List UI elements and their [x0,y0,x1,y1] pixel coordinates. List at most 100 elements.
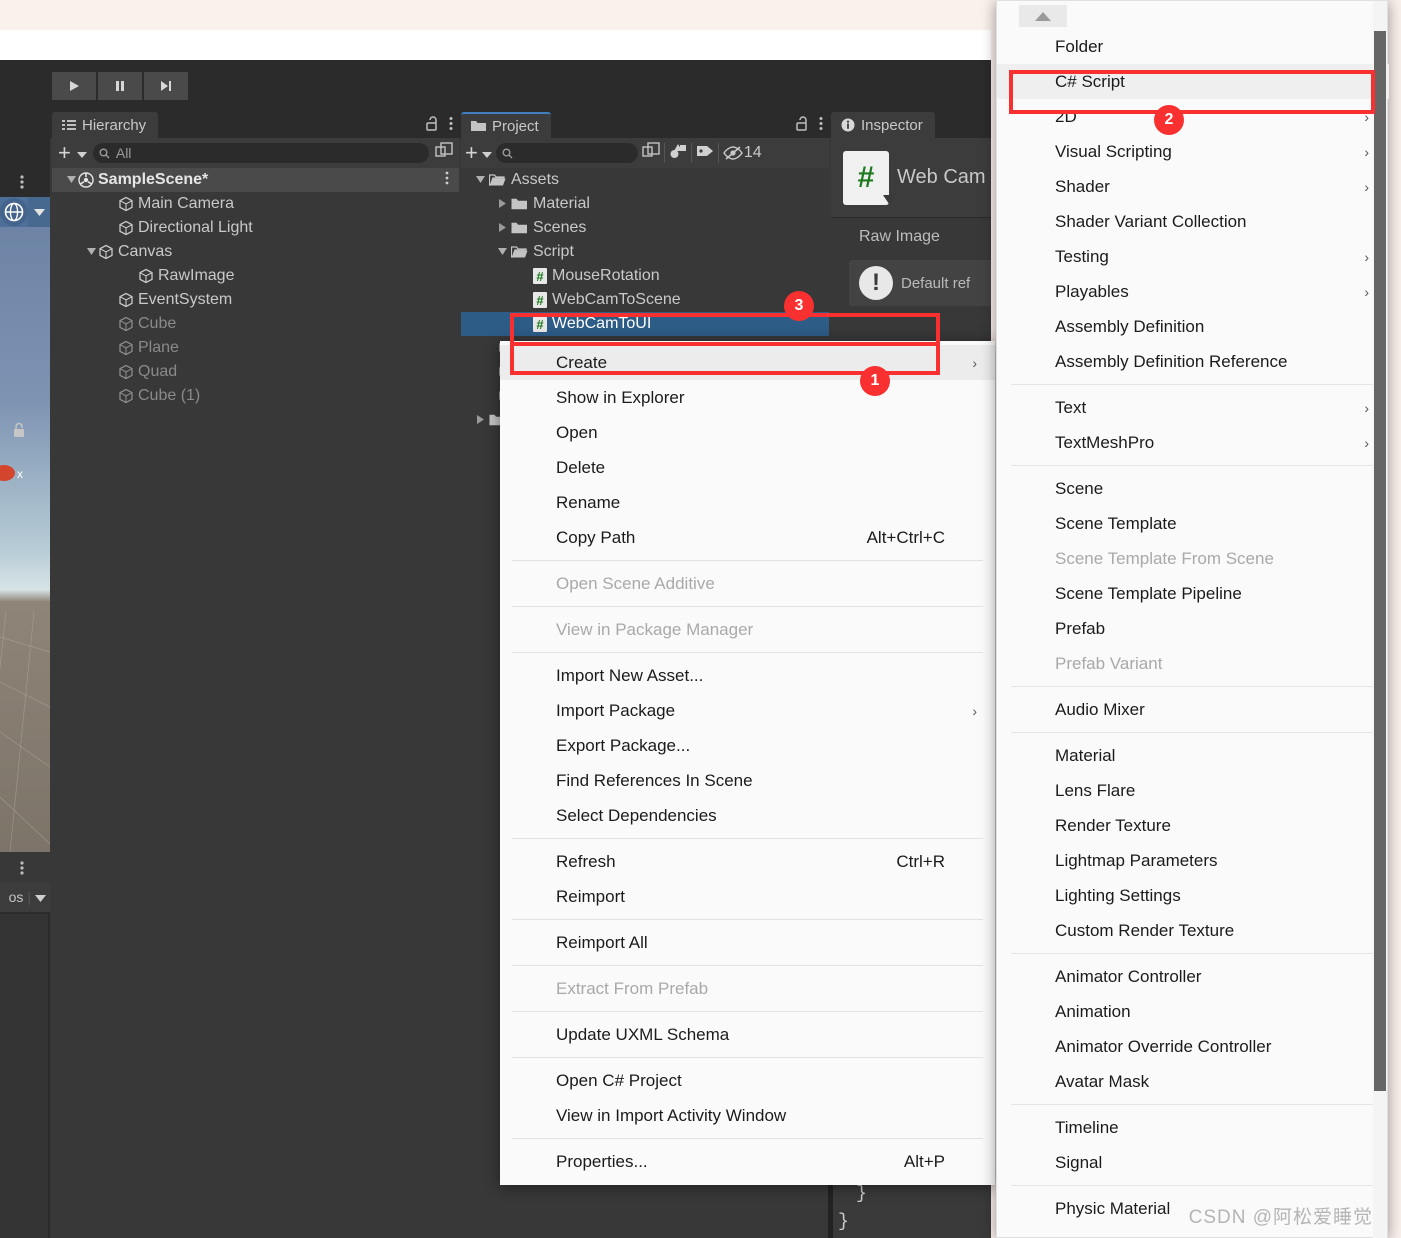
create-submenu-item[interactable]: Animator Override Controller [997,1029,1389,1064]
filter-by-label-icon[interactable] [696,144,714,162]
hierarchy-row[interactable]: Cube [52,312,459,336]
project-row[interactable]: Scenes [461,216,829,240]
add-dropdown-icon[interactable] [76,145,87,162]
hierarchy-row[interactable]: EventSystem [52,288,459,312]
create-submenu-item[interactable]: Shader Variant Collection [997,204,1389,239]
scene-viewport[interactable]: x [0,227,50,852]
project-unlock-icon[interactable] [796,116,809,135]
submenu-scrollbar[interactable] [1373,1,1387,1238]
hierarchy-tree[interactable]: SampleScene* Main Camera Directional Light… [52,168,459,1238]
context-menu-item[interactable]: Reimport All [500,925,995,960]
disclosure-triangle-icon[interactable] [471,414,489,426]
create-submenu-item[interactable]: Prefab [997,611,1389,646]
create-submenu-item[interactable]: Signal [997,1145,1389,1180]
create-submenu-item[interactable]: Testing › [997,239,1389,274]
hierarchy-row[interactable]: SampleScene* [52,168,459,192]
create-submenu-item[interactable]: Timeline [997,1110,1389,1145]
create-submenu-item[interactable]: Render Texture [997,808,1389,843]
create-submenu-item[interactable]: Scene [997,471,1389,506]
submenu-scrollbar-thumb[interactable] [1374,31,1386,1091]
context-menu-item[interactable]: Create › [500,345,995,380]
scene-kebab-icon[interactable] [20,174,24,194]
context-menu-item[interactable]: Rename [500,485,995,520]
hierarchy-row[interactable]: Directional Light [52,216,459,240]
context-menu-item[interactable]: Select Dependencies [500,798,995,833]
disclosure-triangle-icon[interactable] [64,175,78,185]
add-gameobject-button[interactable]: + [58,142,71,164]
create-submenu-item[interactable]: Shader › [997,169,1389,204]
create-submenu-item[interactable]: Custom Render Texture [997,913,1389,948]
context-menu-item[interactable]: Delete [500,450,995,485]
hierarchy-row[interactable]: Plane [52,336,459,360]
hierarchy-expand-icon[interactable] [435,142,453,164]
hidden-assets-toggle[interactable]: 14 [723,144,762,162]
hierarchy-kebab-icon[interactable] [449,116,453,135]
context-menu-item[interactable]: View in Import Activity Window [500,1098,995,1133]
create-submenu-item[interactable]: Lighting Settings [997,878,1389,913]
create-submenu-item[interactable]: Material [997,738,1389,773]
unlock-icon[interactable] [426,116,439,135]
create-submenu-item[interactable]: Scene Template Pipeline [997,576,1389,611]
hierarchy-row[interactable]: Cube (1) [52,384,459,408]
tab-inspector[interactable]: Inspector [831,112,935,138]
project-context-menu[interactable]: Create › Show in Explorer Open Delete Rename C… [500,341,995,1185]
context-menu-item[interactable]: Properties... Alt+P [500,1144,995,1179]
tab-project[interactable]: Project [461,112,551,138]
project-row[interactable]: Script [461,240,829,264]
chevron-down-icon[interactable] [35,889,46,905]
step-button[interactable] [144,72,188,100]
scene-layout-dropdown[interactable]: os | [0,882,50,912]
context-menu-item[interactable]: Export Package... [500,728,995,763]
create-dropdown-icon[interactable] [481,145,492,162]
context-menu-item[interactable]: Show in Explorer [500,380,995,415]
project-row[interactable]: # WebCamToScene [461,288,829,312]
gizmo-dropdown-icon[interactable] [28,197,50,227]
disclosure-triangle-icon[interactable] [493,198,511,210]
scene-footer-kebab-icon[interactable] [20,860,24,880]
project-row[interactable]: Material [461,192,829,216]
create-submenu-list[interactable]: Folder C# Script 2D › Visual Scripting › Shade… [997,29,1389,1226]
disclosure-triangle-icon[interactable] [84,247,98,257]
create-submenu-item[interactable]: Playables › [997,274,1389,309]
create-submenu-item[interactable]: Audio Mixer [997,692,1389,727]
project-search-input[interactable] [495,143,638,163]
context-menu-item[interactable]: Open C# Project [500,1063,995,1098]
scene-row-kebab-icon[interactable] [445,171,449,190]
disclosure-triangle-icon[interactable] [471,175,489,185]
pause-button[interactable] [98,72,142,100]
create-submenu-item[interactable]: Scene Template [997,506,1389,541]
context-menu-item[interactable]: Find References In Scene [500,763,995,798]
create-submenu-item[interactable]: Avatar Mask [997,1064,1389,1099]
create-submenu[interactable]: Folder C# Script 2D › Visual Scripting › Shade… [996,0,1389,1238]
context-menu-item[interactable]: Reimport [500,879,995,914]
create-submenu-item[interactable]: Assembly Definition Reference [997,344,1389,379]
project-row[interactable]: # WebCamToUI [461,312,829,336]
create-submenu-item[interactable]: Visual Scripting › [997,134,1389,169]
project-row[interactable]: # MouseRotation [461,264,829,288]
disclosure-triangle-icon[interactable] [493,247,511,257]
project-expand-icon[interactable] [642,142,660,164]
tab-hierarchy[interactable]: Hierarchy [52,112,159,138]
hierarchy-search-input[interactable]: All [92,143,429,163]
play-button[interactable] [52,72,96,100]
create-submenu-item[interactable]: TextMeshPro › [997,425,1389,460]
create-submenu-item[interactable]: 2D › [997,99,1389,134]
create-submenu-item[interactable]: Assembly Definition [997,309,1389,344]
create-submenu-item[interactable]: Lightmap Parameters [997,843,1389,878]
scene-gizmo-toolbar[interactable] [0,197,50,227]
create-submenu-item[interactable]: Animator Controller [997,959,1389,994]
context-menu-item[interactable]: Update UXML Schema [500,1017,995,1052]
project-kebab-icon[interactable] [819,116,823,135]
create-submenu-item[interactable]: Folder [997,29,1389,64]
hierarchy-row[interactable]: RawImage [52,264,459,288]
hierarchy-row[interactable]: Quad [52,360,459,384]
context-menu-item[interactable]: Import New Asset... [500,658,995,693]
chevron-down-icon[interactable] [883,194,895,204]
disclosure-triangle-icon[interactable] [493,222,511,234]
filter-by-type-icon[interactable] [669,142,687,164]
create-submenu-item[interactable]: C# Script [997,64,1389,99]
context-menu-item[interactable]: Import Package › [500,693,995,728]
submenu-scroll-up-button[interactable] [1019,5,1067,27]
context-menu-item[interactable]: Refresh Ctrl+R [500,844,995,879]
globe-icon[interactable] [0,198,28,226]
